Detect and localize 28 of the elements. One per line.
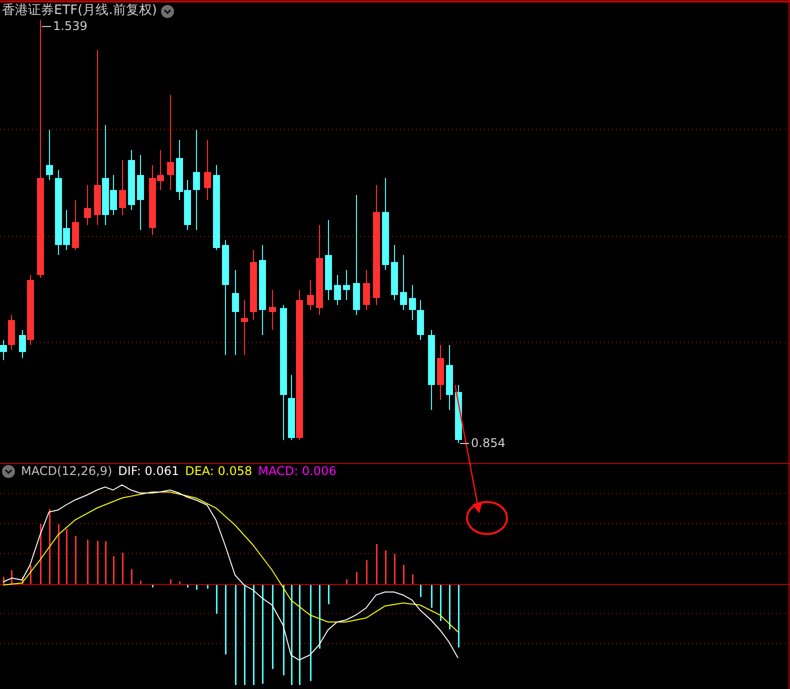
candlestick: [84, 184, 91, 226]
candlestick: [119, 160, 126, 216]
indicator-value: DIF: 0.061: [118, 464, 180, 478]
indicator-name: MACD(12,26,9): [21, 464, 112, 478]
candlestick: [391, 244, 398, 300]
dropdown-icon[interactable]: [160, 4, 174, 18]
candlestick: [307, 280, 314, 310]
candlestick: [128, 150, 135, 210]
candlestick: [437, 344, 444, 400]
price-value: 1.539: [53, 19, 88, 33]
annotation-circle: [466, 501, 508, 535]
candlestick: [446, 344, 453, 410]
candlestick: [400, 254, 407, 310]
candlestick: [72, 200, 79, 250]
chart-title: 香港证券ETF(月线.前复权): [2, 3, 157, 19]
candlestick: [269, 290, 276, 330]
candlestick: [241, 300, 248, 356]
dropdown-icon[interactable]: [2, 464, 15, 478]
candlestick: [343, 270, 350, 300]
candlestick: [46, 130, 53, 180]
candlestick: [334, 274, 341, 306]
indicator-value: DEA: 0.058: [185, 464, 252, 478]
indicator-value: MACD: 0.006: [258, 464, 336, 478]
leader-line: [460, 442, 469, 444]
candlestick: [204, 140, 211, 200]
price-value: 0.854: [471, 436, 506, 450]
candlestick: [363, 270, 370, 310]
candlestick: [250, 250, 257, 320]
